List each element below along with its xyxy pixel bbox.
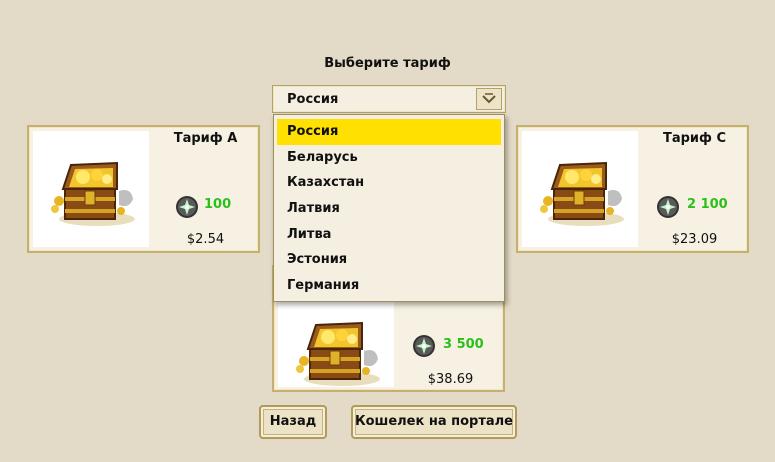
treasure-chest-image [33, 131, 149, 247]
country-option-estonia[interactable]: Эстония [277, 247, 501, 273]
back-button[interactable]: Назад [259, 405, 327, 439]
country-option-lithuania[interactable]: Литва [277, 222, 501, 248]
gem-icon [175, 195, 199, 223]
gem-icon [656, 195, 680, 223]
page-title: Выберите тариф [324, 56, 451, 71]
tariff-card-a[interactable]: Тариф A 100 $2.54 [27, 125, 260, 253]
country-option-kazakhstan[interactable]: Казахстан [277, 170, 501, 196]
tariff-amount: 3 500 [443, 337, 484, 352]
treasure-chest-image [522, 131, 638, 247]
tariff-card-c[interactable]: Тариф C 2 100 $23.09 [516, 125, 749, 253]
tariff-price: $2.54 [186, 232, 225, 247]
chevron-down-icon [482, 93, 496, 104]
country-option-belarus[interactable]: Беларусь [277, 145, 501, 171]
wallet-button[interactable]: Кошелек на портале [351, 405, 517, 439]
tariff-price: $23.09 [671, 232, 718, 247]
dropdown-button[interactable] [476, 88, 502, 110]
country-select[interactable]: Россия [272, 85, 506, 113]
gem-icon [412, 334, 436, 362]
tariff-amount: 100 [204, 197, 232, 212]
tariff-name: Тариф C [662, 131, 727, 146]
country-dropdown-list: Россия Беларусь Казахстан Латвия Литва Э… [273, 114, 505, 302]
country-option-latvia[interactable]: Латвия [277, 196, 501, 222]
country-option-germany[interactable]: Германия [277, 273, 501, 299]
tariff-price: $38.69 [427, 372, 474, 387]
country-select-value: Россия [287, 92, 339, 107]
country-option-russia[interactable]: Россия [277, 119, 501, 145]
tariff-name: Тариф A [173, 131, 238, 146]
tariff-amount: 2 100 [687, 197, 728, 212]
